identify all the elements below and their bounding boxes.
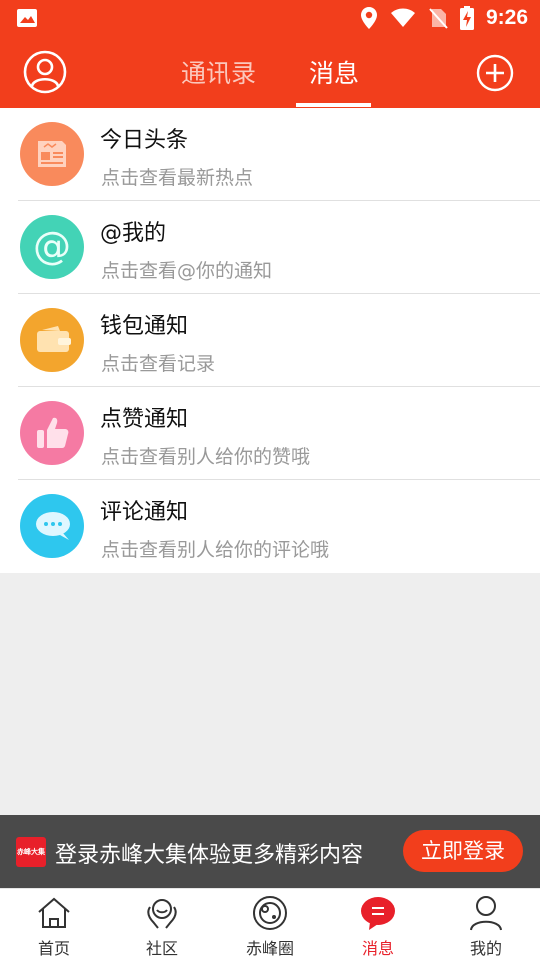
nav-home[interactable]: 首页: [0, 889, 108, 960]
icon-badge: @: [20, 215, 84, 279]
thumbs-up-icon: [37, 417, 69, 448]
header-tabs: 通讯录 消息: [0, 36, 540, 108]
icon-badge: [20, 122, 84, 186]
nav-label: 消息: [361, 939, 394, 958]
item-subtitle: 点击查看最新热点: [101, 167, 254, 189]
item-title: @我的: [100, 221, 167, 246]
nav-circle[interactable]: 赤峰圈: [216, 889, 324, 960]
item-title: 点赞通知: [100, 407, 189, 432]
nav-messages[interactable]: 消息: [324, 889, 432, 960]
nav-community[interactable]: 社区: [108, 889, 216, 960]
system-icons: 9:26: [360, 6, 528, 30]
bottom-nav: 首页 社区 赤峰圈 消息 我的: [0, 888, 540, 960]
image-notification-icon: [17, 9, 37, 27]
nav-profile[interactable]: 我的: [432, 889, 540, 960]
app-logo: 赤峰大集: [16, 837, 46, 867]
icon-badge: [20, 308, 84, 372]
item-title: 今日头条: [100, 128, 189, 153]
list-item-likes[interactable]: 点赞通知 点击查看别人给你的赞哦: [0, 387, 540, 480]
home-icon: [38, 897, 70, 928]
at-sign-icon: @: [33, 224, 71, 268]
icon-badge: [20, 494, 84, 558]
svg-text:@: @: [33, 224, 71, 268]
community-icon: [147, 899, 177, 929]
login-banner: 赤峰大集 登录赤峰大集体验更多精彩内容 立即登录: [0, 815, 540, 888]
nav-label: 我的: [469, 939, 502, 958]
nav-label: 首页: [37, 939, 70, 958]
wallet-icon: [37, 326, 71, 352]
nav-label: 赤峰圈: [245, 939, 294, 958]
tab-messages[interactable]: 消息: [309, 54, 359, 90]
profile-icon: [470, 896, 502, 931]
message-icon: [361, 897, 395, 930]
message-list: 今日头条 点击查看最新热点 @ @我的 点击查看@你的通知 钱包通知 点击查看记…: [0, 108, 540, 573]
add-icon[interactable]: [476, 54, 514, 92]
list-item-headlines[interactable]: 今日头条 点击查看最新热点: [0, 108, 540, 201]
active-tab-indicator: [296, 103, 371, 107]
item-subtitle: 点击查看别人给你的评论哦: [101, 539, 330, 561]
login-promo-text: 登录赤峰大集体验更多精彩内容: [55, 843, 364, 868]
battery-charging-icon: [459, 6, 474, 30]
list-item-comments[interactable]: 评论通知 点击查看别人给你的评论哦: [0, 480, 540, 573]
item-subtitle: 点击查看@你的通知: [101, 260, 273, 282]
comment-icon: [36, 512, 70, 540]
tab-contacts[interactable]: 通讯录: [181, 54, 256, 90]
wifi-icon: [390, 8, 415, 27]
status-time: 9:26: [485, 6, 528, 29]
list-item-wallet[interactable]: 钱包通知 点击查看记录: [0, 294, 540, 387]
no-sim-icon: [429, 8, 448, 29]
icon-badge: [20, 401, 84, 465]
nav-label: 社区: [145, 939, 178, 958]
status-bar: 9:26: [0, 0, 540, 36]
login-button[interactable]: 立即登录: [403, 830, 523, 872]
item-subtitle: 点击查看记录: [101, 353, 216, 375]
item-subtitle: 点击查看别人给你的赞哦: [101, 446, 311, 468]
list-item-mentions[interactable]: @ @我的 点击查看@你的通知: [0, 201, 540, 294]
newspaper-icon: [38, 141, 66, 167]
item-title: 钱包通知: [100, 314, 189, 339]
circle-icon: [253, 896, 287, 930]
item-title: 评论通知: [100, 500, 189, 525]
top-header: 通讯录 消息: [0, 36, 540, 108]
location-icon: [360, 7, 377, 29]
